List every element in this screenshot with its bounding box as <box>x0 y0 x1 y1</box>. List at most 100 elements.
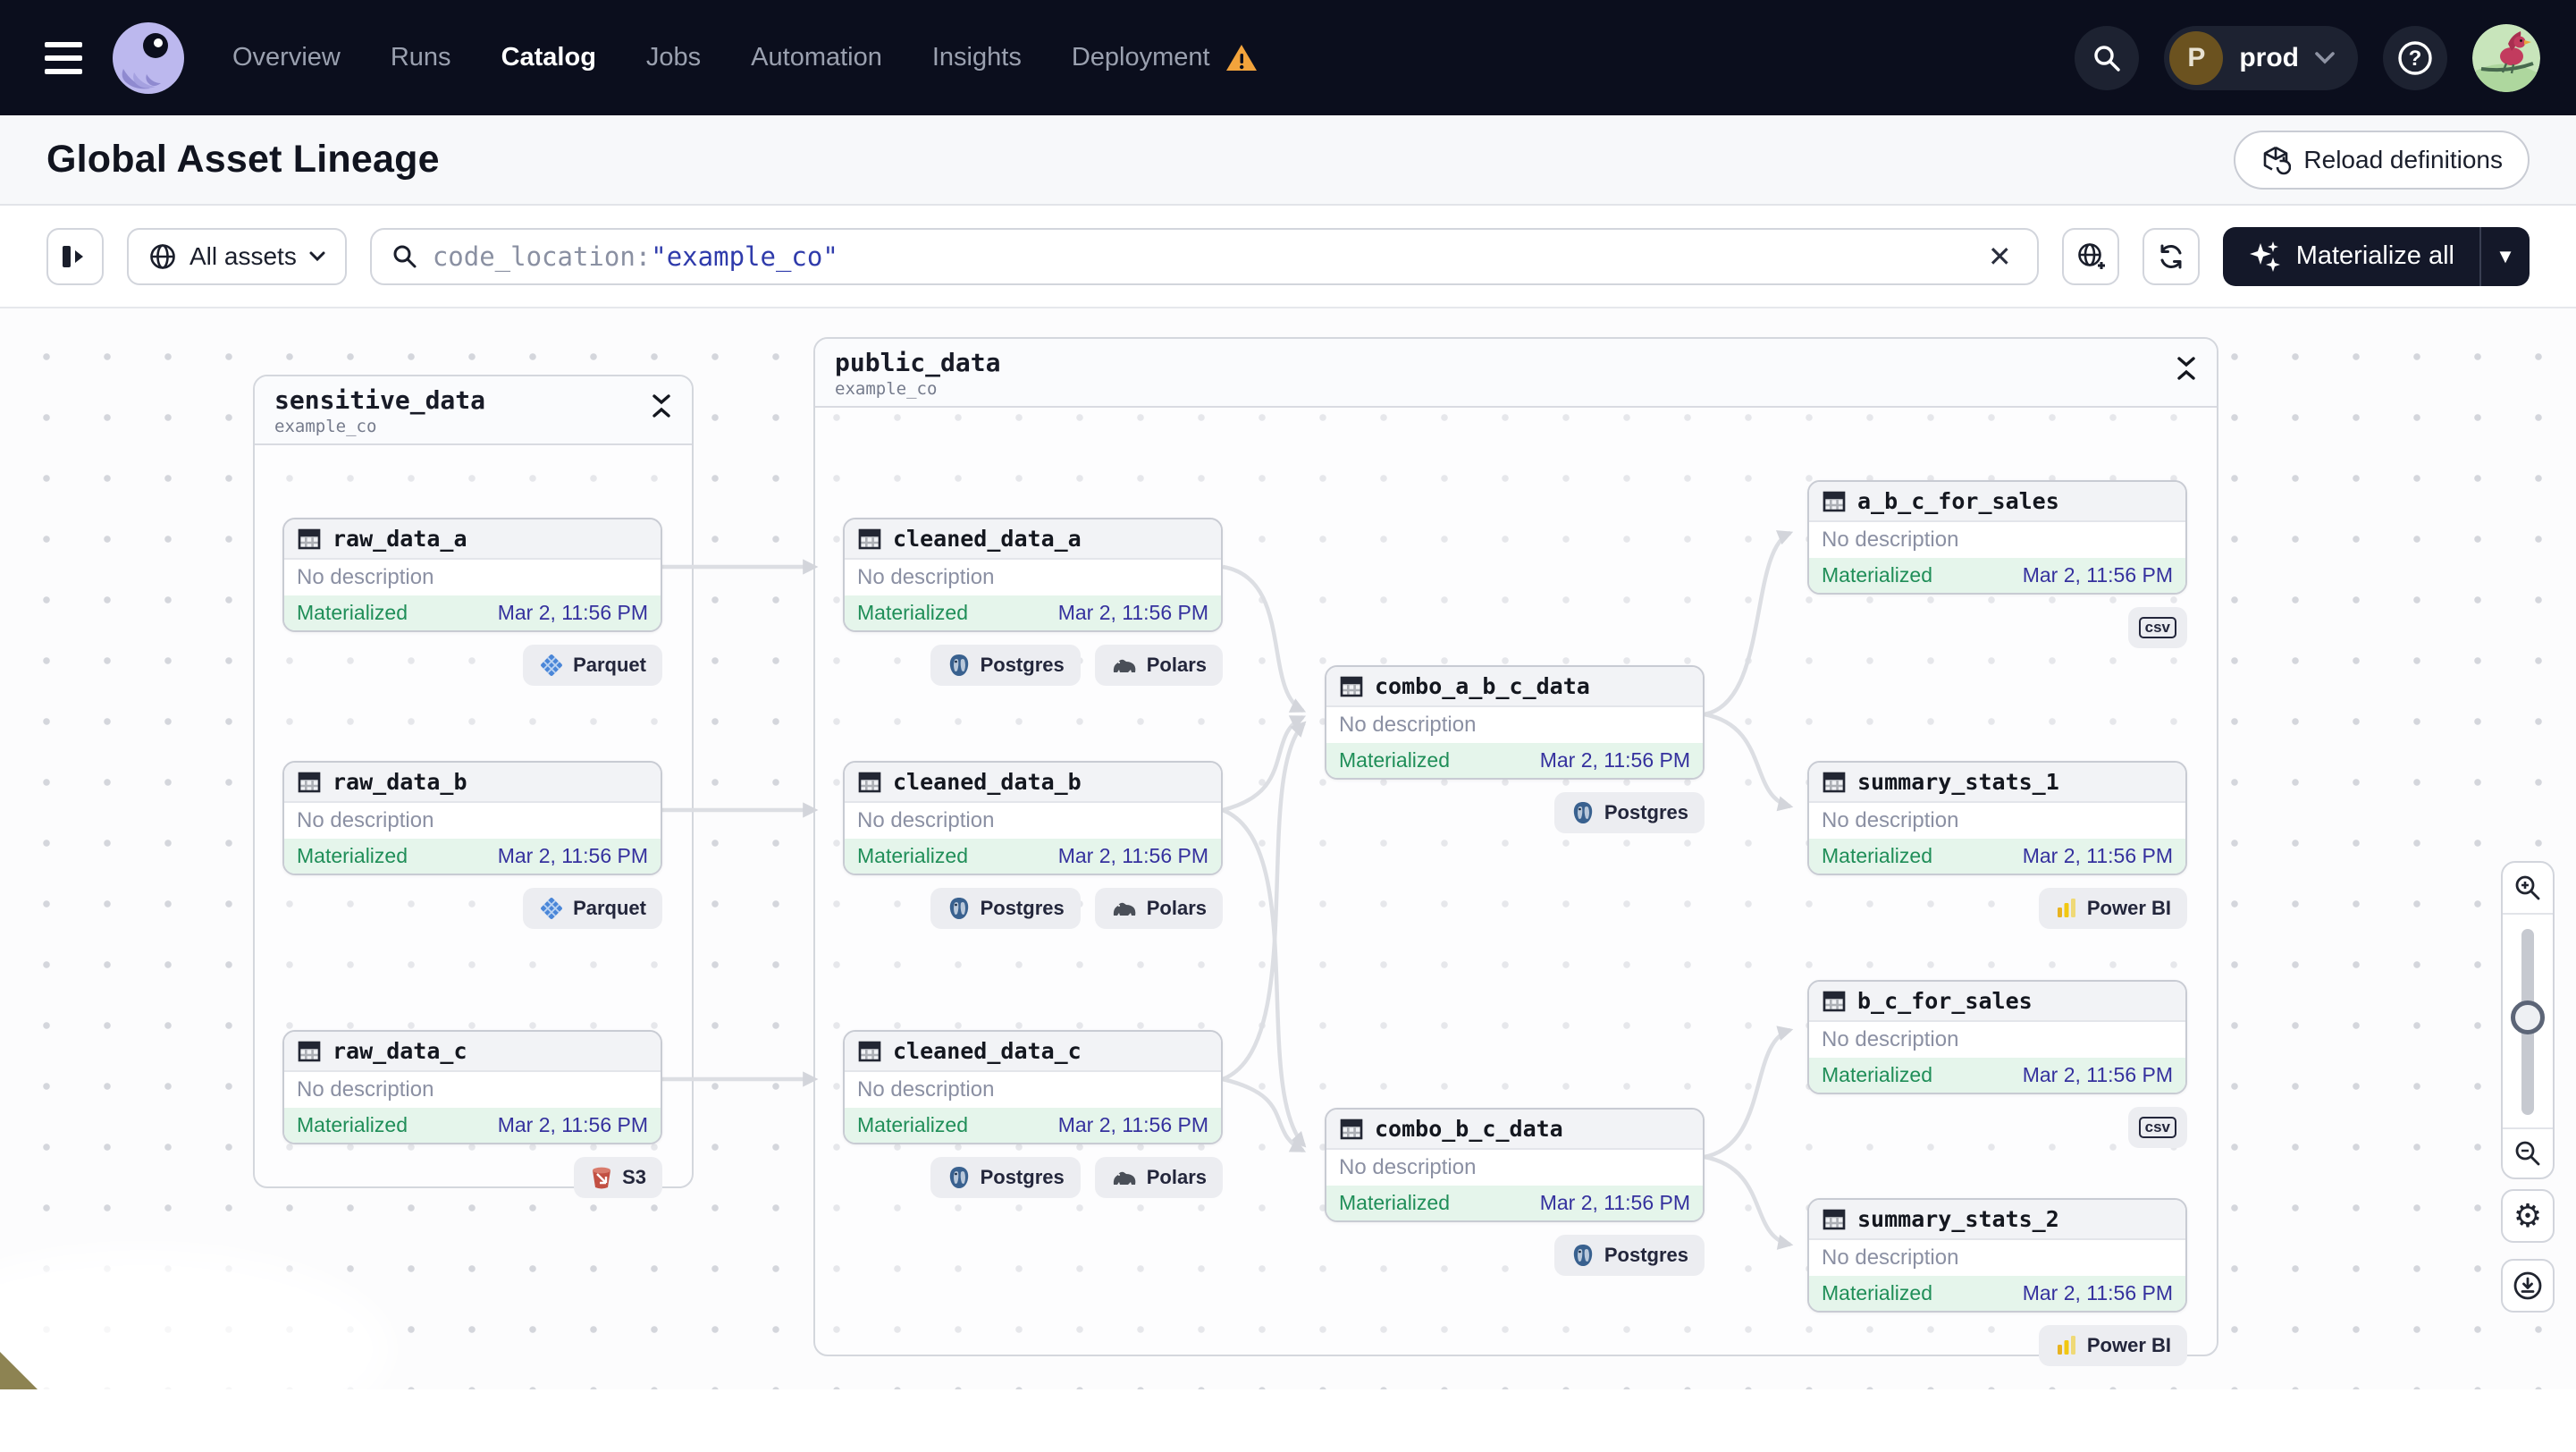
tag-csv[interactable]: csv <box>2127 1107 2187 1148</box>
asset-name: summary_stats_1 <box>1857 769 2059 795</box>
tag-powerbi[interactable]: Power BI <box>2038 888 2187 929</box>
asset-node-cleaned_data_a[interactable]: cleaned_data_a No description Materializ… <box>843 518 1223 686</box>
asset-node-summary_stats_1[interactable]: summary_stats_1 No description Materiali… <box>1807 761 2187 929</box>
tag-parquet[interactable]: Parquet <box>523 645 662 686</box>
tag-postgres[interactable]: Postgres <box>930 645 1081 686</box>
s3-bucket-icon <box>593 1167 611 1189</box>
nav-item-deployment[interactable]: Deployment <box>1072 43 1259 73</box>
tag-postgres[interactable]: Postgres <box>930 1157 1081 1198</box>
deployment-switcher[interactable]: P prod <box>2164 25 2358 90</box>
query-field: code_location: <box>432 241 652 272</box>
asset-description: No description <box>284 560 661 595</box>
nav-item-insights[interactable]: Insights <box>932 43 1022 72</box>
open-sidebar-button[interactable] <box>46 227 104 285</box>
graph-settings-button[interactable]: ⚙ <box>2501 1189 2555 1243</box>
asset-node-cleaned_data_b[interactable]: cleaned_data_b No description Materializ… <box>843 761 1223 929</box>
table-icon <box>298 1041 321 1061</box>
lineage-search-input[interactable]: code_location:"example_co" ✕ <box>369 227 2039 285</box>
materialize-all-split-button: Materialize all ▼ <box>2222 226 2530 286</box>
asset-node-raw_data_a[interactable]: raw_data_a No description Materialized M… <box>282 518 662 686</box>
powerbi-icon <box>2057 1336 2075 1355</box>
asset-node-cleaned_data_c[interactable]: cleaned_data_c No description Materializ… <box>843 1030 1223 1198</box>
help-button[interactable]: ? <box>2383 25 2447 90</box>
zoom-panel <box>2501 861 2555 1179</box>
tag-label: Parquet <box>573 897 646 919</box>
asset-timestamp: Mar 2, 11:56 PM <box>1539 1191 1690 1214</box>
asset-timestamp: Mar 2, 11:56 PM <box>1057 601 1208 624</box>
asset-node-combo_b_c_data[interactable]: combo_b_c_data No description Materializ… <box>1325 1108 1705 1276</box>
tag-label: Power BI <box>2086 897 2171 919</box>
nav-item-runs[interactable]: Runs <box>391 43 451 72</box>
reload-definitions-button[interactable]: Reload definitions <box>2234 130 2530 190</box>
nav-item-automation[interactable]: Automation <box>751 43 882 72</box>
refresh-icon <box>2160 244 2182 268</box>
tag-powerbi[interactable]: Power BI <box>2038 1325 2187 1366</box>
search-icon <box>393 245 417 267</box>
polars-bear-icon <box>1113 1171 1136 1185</box>
asset-timestamp: Mar 2, 11:56 PM <box>2022 1281 2173 1304</box>
materialize-all-button[interactable]: Materialize all <box>2223 227 2479 286</box>
tag-label: Power BI <box>2086 1334 2171 1356</box>
expand-panel-icon <box>63 245 83 267</box>
asset-status: Materialized <box>1822 563 1932 587</box>
asset-timestamp: Mar 2, 11:56 PM <box>2022 844 2173 867</box>
asset-scope-dropdown[interactable]: All assets <box>127 227 347 285</box>
tag-postgres[interactable]: Postgres <box>1553 1235 1705 1276</box>
asset-node-raw_data_c[interactable]: raw_data_c No description Materialized M… <box>282 1030 662 1198</box>
globe-icon <box>150 243 175 269</box>
query-value: "example_co" <box>651 241 838 272</box>
refresh-button[interactable] <box>2142 227 2200 285</box>
filter-asset-graph-button[interactable] <box>2061 227 2119 285</box>
deployment-name: prod <box>2239 42 2299 72</box>
tag-s3[interactable]: S3 <box>574 1157 662 1198</box>
zoom-slider-thumb[interactable] <box>2511 1000 2545 1034</box>
asset-description: No description <box>1809 1240 2185 1276</box>
asset-node-a_b_c_for_sales[interactable]: a_b_c_for_sales No description Materiali… <box>1807 480 2187 648</box>
asset-name: cleaned_data_b <box>893 769 1082 795</box>
nav-item-jobs[interactable]: Jobs <box>646 43 701 72</box>
asset-node-combo_a_b_c_data[interactable]: combo_a_b_c_data No description Material… <box>1325 665 1705 833</box>
chevron-down-icon <box>309 251 325 261</box>
menu-icon[interactable] <box>36 29 95 88</box>
postgres-icon <box>949 654 968 676</box>
table-icon <box>1340 676 1363 696</box>
powerbi-icon <box>2057 899 2075 917</box>
polars-bear-icon <box>1113 902 1136 916</box>
tag-postgres[interactable]: Postgres <box>930 888 1081 929</box>
asset-node-summary_stats_2[interactable]: summary_stats_2 No description Materiali… <box>1807 1198 2187 1366</box>
tag-label: Parquet <box>573 654 646 676</box>
clear-search-icon[interactable]: ✕ <box>1983 240 2017 274</box>
tag-polars[interactable]: Polars <box>1094 1157 1223 1198</box>
asset-node-raw_data_b[interactable]: raw_data_b No description Materialized M… <box>282 761 662 929</box>
asset-timestamp: Mar 2, 11:56 PM <box>1539 748 1690 772</box>
parquet-icon <box>541 898 562 919</box>
table-icon <box>858 1041 881 1061</box>
tag-polars[interactable]: Polars <box>1094 645 1223 686</box>
global-search-button[interactable] <box>2075 25 2140 90</box>
lineage-canvas[interactable]: sensitive_data example_co public_data ex… <box>0 308 2576 1452</box>
nav-item-overview[interactable]: Overview <box>232 43 341 72</box>
table-icon <box>1823 1209 1846 1229</box>
zoom-in-icon <box>2515 875 2540 900</box>
download-image-button[interactable] <box>2501 1259 2555 1313</box>
asset-description: No description <box>1326 707 1703 743</box>
asset-status: Materialized <box>1822 1281 1932 1304</box>
tag-csv[interactable]: csv <box>2127 607 2187 648</box>
user-avatar[interactable] <box>2472 23 2540 92</box>
zoom-slider[interactable] <box>2503 913 2553 1127</box>
parquet-icon <box>541 654 562 676</box>
dagster-logo-icon[interactable] <box>111 21 186 96</box>
nav-links: Overview Runs Catalog Jobs Automation In… <box>232 43 1259 73</box>
tag-parquet[interactable]: Parquet <box>523 888 662 929</box>
asset-node-b_c_for_sales[interactable]: b_c_for_sales No description Materialize… <box>1807 980 2187 1148</box>
asset-status: Materialized <box>297 844 408 867</box>
asset-name: summary_stats_2 <box>1857 1206 2059 1232</box>
tag-postgres[interactable]: Postgres <box>1553 792 1705 833</box>
tag-polars[interactable]: Polars <box>1094 888 1223 929</box>
asset-timestamp: Mar 2, 11:56 PM <box>2022 563 2173 587</box>
nav-item-catalog[interactable]: Catalog <box>501 43 596 72</box>
zoom-in-button[interactable] <box>2503 863 2553 913</box>
asset-scope-label: All assets <box>189 241 297 270</box>
zoom-out-button[interactable] <box>2503 1127 2553 1178</box>
materialize-options-caret[interactable]: ▼ <box>2479 226 2530 286</box>
